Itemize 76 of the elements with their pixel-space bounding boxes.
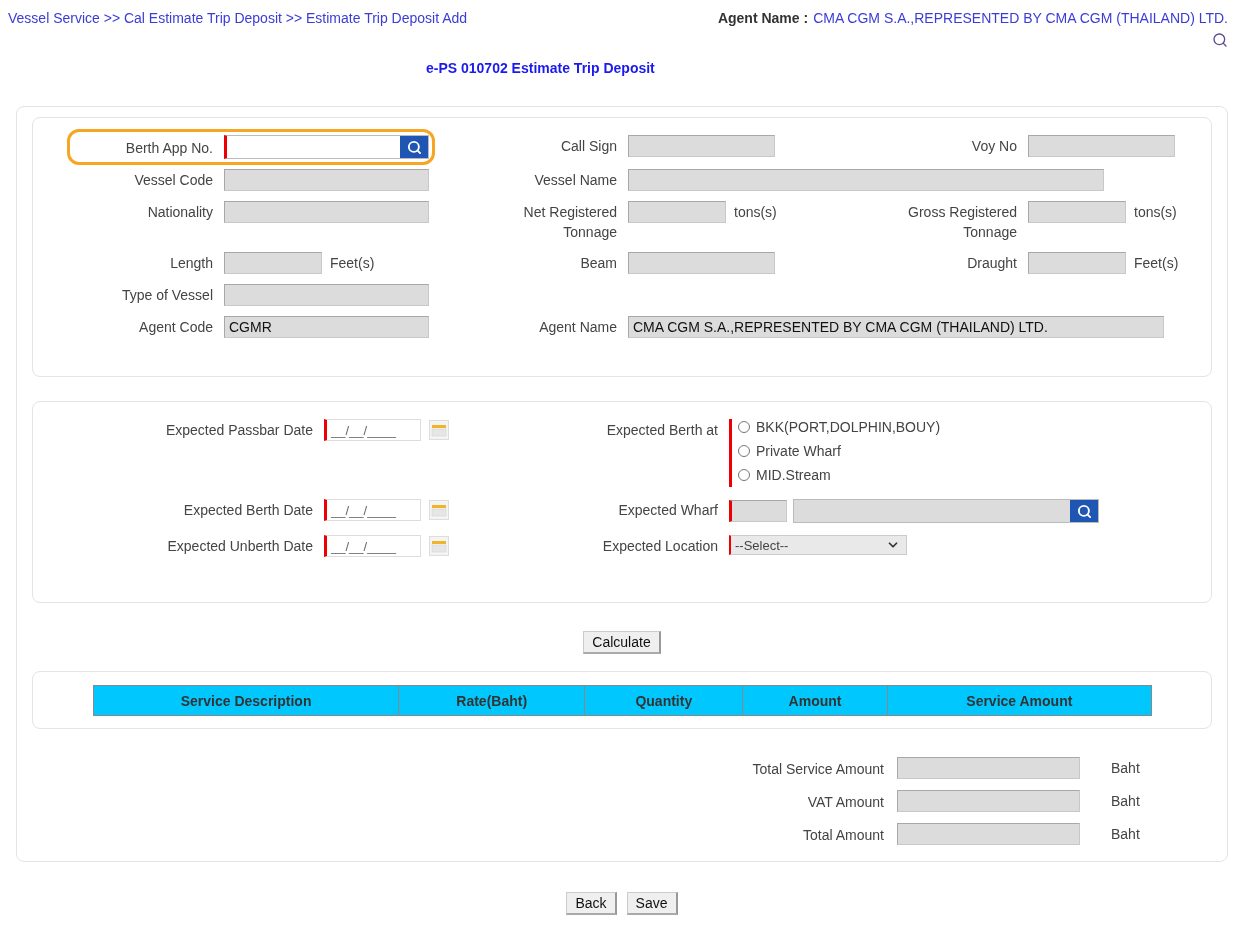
- input-field[interactable]: [1028, 135, 1175, 157]
- wharf-code-field[interactable]: [729, 500, 787, 522]
- input-field[interactable]: [224, 284, 429, 306]
- radio-icon[interactable]: [738, 445, 750, 457]
- save-button[interactable]: Save: [626, 892, 678, 915]
- input-field[interactable]: [224, 169, 429, 191]
- field-label: Expected Berth Date: [183, 501, 313, 520]
- column-header: Amount: [742, 685, 888, 716]
- input-field[interactable]: [628, 201, 726, 223]
- field-label: Draught: [967, 254, 1017, 273]
- input-field[interactable]: [224, 252, 322, 274]
- field-label: Expected Unberth Date: [167, 537, 313, 556]
- field-label: Length: [170, 254, 213, 273]
- field-label: Net Registered Tonnage: [522, 203, 617, 242]
- search-icon: [1076, 503, 1092, 519]
- input-field[interactable]: [1028, 252, 1126, 274]
- calendar-icon[interactable]: [429, 420, 449, 440]
- column-header: Rate(Baht): [398, 685, 585, 716]
- search-icon[interactable]: [1212, 32, 1228, 48]
- wharf-name-field[interactable]: [793, 499, 1099, 523]
- location-select[interactable]: --Select--: [729, 535, 907, 555]
- column-header: Quantity: [584, 685, 743, 716]
- date-field[interactable]: __/__/____: [324, 499, 421, 521]
- calculate-button[interactable]: Calculate: [583, 631, 661, 654]
- field-label: Nationality: [147, 203, 213, 222]
- field-label: Call Sign: [560, 137, 617, 156]
- currency-label: Baht: [1110, 793, 1141, 809]
- total-label: VAT Amount: [807, 792, 884, 812]
- currency-label: Baht: [1110, 760, 1141, 776]
- back-button[interactable]: Back: [566, 892, 617, 915]
- total-label: Total Amount: [803, 825, 884, 845]
- search-button[interactable]: [400, 136, 428, 158]
- search-icon: [406, 139, 422, 155]
- unit-label: tons(s): [1134, 204, 1177, 220]
- agent-name-value: CMA CGM S.A.,REPRESENTED BY CMA CGM (THAILAND) LTD.: [813, 10, 1228, 26]
- field-label: Agent Name: [539, 318, 617, 337]
- currency-label: Baht: [1110, 826, 1141, 842]
- total-label: Total Service Amount: [752, 759, 884, 779]
- column-header: Service Amount: [887, 685, 1152, 716]
- radio-option[interactable]: BKK(PORT,DOLPHIN,BOUY): [738, 419, 1211, 435]
- calendar-icon[interactable]: [429, 536, 449, 556]
- radio-option[interactable]: MID.Stream: [738, 467, 1211, 483]
- page-title: e-PS 010702 Estimate Trip Deposit: [426, 60, 655, 76]
- breadcrumb: Vessel Service >> Cal Estimate Trip Deposit >> Estimate Trip Deposit Add: [8, 10, 468, 28]
- field-label: Expected Passbar Date: [165, 421, 313, 440]
- input-field[interactable]: [1028, 201, 1126, 223]
- field-label: Agent Code: [139, 318, 213, 337]
- radio-icon[interactable]: [738, 469, 750, 481]
- field-label: Expected Wharf: [618, 501, 718, 520]
- agent-name-label: Agent Name :: [717, 10, 809, 26]
- input-field[interactable]: [224, 201, 429, 223]
- field-label: Vessel Code: [134, 171, 213, 190]
- input-field[interactable]: CGMR: [224, 316, 429, 338]
- search-button[interactable]: [1070, 500, 1098, 522]
- column-header: Service Description: [93, 685, 399, 716]
- field-label: Type of Vessel: [121, 286, 213, 305]
- field-label: Expected Location: [602, 537, 718, 556]
- input-field[interactable]: [628, 135, 775, 157]
- radio-option[interactable]: Private Wharf: [738, 443, 1211, 459]
- field-label: Expected Berth at: [606, 421, 718, 440]
- unit-label: tons(s): [734, 204, 777, 220]
- field-label: Gross Registered Tonnage: [907, 203, 1017, 242]
- input-field[interactable]: CMA CGM S.A.,REPRESENTED BY CMA CGM (THAILAND) LTD.: [628, 316, 1164, 338]
- radio-icon[interactable]: [738, 421, 750, 433]
- date-field[interactable]: __/__/____: [324, 535, 421, 557]
- field-label: Vessel Name: [534, 171, 617, 190]
- unit-label: Feet(s): [1134, 255, 1179, 271]
- input-field[interactable]: [628, 252, 775, 274]
- calendar-icon[interactable]: [429, 500, 449, 520]
- date-field[interactable]: __/__/____: [324, 419, 421, 441]
- berth-app-number-field[interactable]: [224, 135, 429, 159]
- input-field[interactable]: [628, 169, 1104, 191]
- field-label: Berth App No.: [125, 138, 213, 158]
- unit-label: Feet(s): [330, 255, 375, 271]
- field-label: Voy No: [971, 137, 1017, 156]
- field-label: Beam: [580, 254, 617, 273]
